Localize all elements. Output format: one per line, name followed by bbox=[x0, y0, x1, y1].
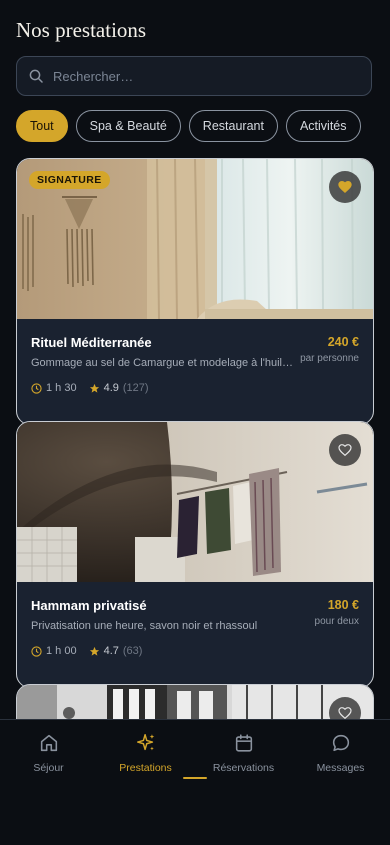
active-tab-indicator bbox=[183, 777, 207, 779]
service-name: Hammam privatisé bbox=[31, 598, 147, 613]
service-duration: 1 h 30 bbox=[46, 382, 77, 394]
service-description: Privatisation une heure, savon noir et r… bbox=[31, 620, 258, 632]
clock-icon bbox=[31, 645, 42, 657]
search-icon bbox=[29, 69, 43, 83]
service-name: Rituel Méditerranée bbox=[31, 335, 152, 350]
service-price: 180 € bbox=[327, 598, 359, 612]
heart-outline-icon bbox=[338, 444, 352, 457]
search-input[interactable] bbox=[51, 67, 359, 85]
service-duration: 1 h 00 bbox=[46, 645, 77, 657]
calendar-icon bbox=[235, 734, 252, 752]
review-count: (63) bbox=[122, 645, 143, 657]
star-icon bbox=[89, 383, 99, 393]
nav-item-messages[interactable]: Messages bbox=[292, 732, 389, 774]
filter-chip-restaurant[interactable]: Restaurant bbox=[188, 110, 278, 142]
service-rating: 4.7 bbox=[103, 645, 119, 657]
price-unit: pour deux bbox=[314, 616, 359, 627]
favorite-button[interactable] bbox=[329, 434, 361, 466]
filter-chip-activities[interactable]: Activités bbox=[285, 110, 361, 142]
service-price: 240 € bbox=[327, 335, 359, 349]
filter-chip-spa[interactable]: Spa & Beauté bbox=[75, 110, 181, 142]
signature-badge: SIGNATURE bbox=[29, 171, 110, 189]
nav-item-prestations[interactable]: Prestations bbox=[97, 732, 194, 774]
clock-icon bbox=[31, 382, 42, 394]
service-meta: 1 h 00 4.7 (63) bbox=[31, 645, 359, 657]
nav-label: Messages bbox=[316, 762, 365, 774]
service-rating: 4.9 bbox=[103, 382, 119, 394]
service-card[interactable]: SIGNATURE Rituel Méditerranée Gommage au… bbox=[16, 158, 374, 425]
filter-chips: Tout Spa & Beauté Restaurant Activités bbox=[16, 110, 361, 142]
search-bar[interactable] bbox=[16, 56, 372, 96]
nav-label: Réservations bbox=[212, 762, 275, 774]
price-unit: par personne bbox=[300, 353, 359, 364]
service-card[interactable]: Hammam privatisé Privatisation une heure… bbox=[16, 421, 374, 688]
page-title: Nos prestations bbox=[16, 18, 147, 42]
home-icon bbox=[40, 734, 57, 752]
nav-label: Prestations bbox=[119, 762, 172, 774]
nav-item-sejour[interactable]: Séjour bbox=[0, 732, 97, 774]
star-icon bbox=[89, 646, 99, 656]
sparkle-icon bbox=[136, 734, 154, 751]
service-description: Gommage au sel de Camargue et modelage à… bbox=[31, 357, 293, 369]
hammam-photo bbox=[17, 422, 373, 582]
service-card-body: Rituel Méditerranée Gommage au sel de Ca… bbox=[17, 319, 373, 424]
heart-filled-icon bbox=[338, 181, 352, 193]
favorite-button[interactable] bbox=[329, 171, 361, 203]
review-count: (127) bbox=[122, 382, 149, 394]
service-card-body: Hammam privatisé Privatisation une heure… bbox=[17, 582, 373, 687]
service-photo bbox=[17, 422, 373, 582]
nav-label: Séjour bbox=[33, 762, 64, 774]
service-meta: 1 h 30 4.9 (127) bbox=[31, 382, 359, 394]
bottom-nav: Séjour Prestations Réservations Messages bbox=[0, 719, 390, 845]
service-photo: SIGNATURE bbox=[17, 159, 373, 319]
message-icon bbox=[332, 734, 349, 752]
filter-chip-all[interactable]: Tout bbox=[16, 110, 68, 142]
nav-item-reservations[interactable]: Réservations bbox=[195, 732, 292, 774]
